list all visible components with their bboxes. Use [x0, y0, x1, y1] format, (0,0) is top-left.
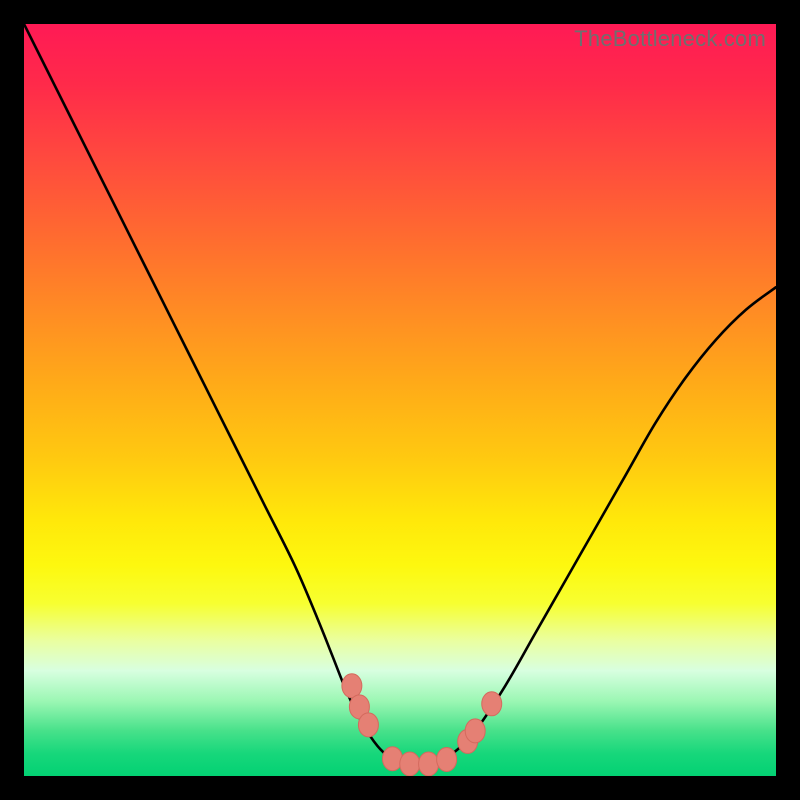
curve-marker — [400, 752, 420, 776]
curve-marker — [482, 692, 502, 716]
curve-marker — [437, 747, 457, 771]
chart-frame: TheBottleneck.com — [0, 0, 800, 800]
plot-area: TheBottleneck.com — [24, 24, 776, 776]
curve-marker — [465, 719, 485, 743]
curve-marker — [358, 713, 378, 737]
curve-marker — [342, 674, 362, 698]
bottleneck-curve — [24, 24, 776, 765]
curve-markers — [342, 674, 502, 776]
curve-marker — [382, 747, 402, 771]
curve-marker — [419, 752, 439, 776]
curve-layer — [24, 24, 776, 776]
